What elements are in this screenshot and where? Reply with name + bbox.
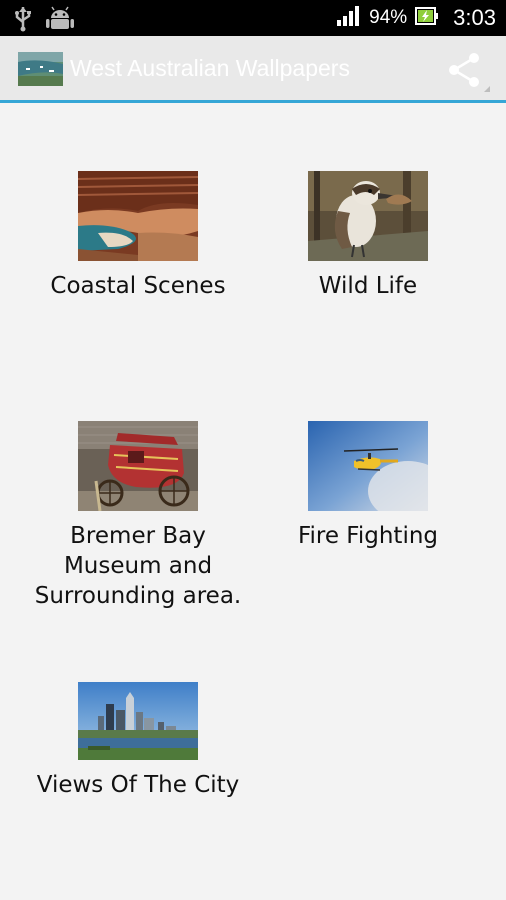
grid-item-label: Views Of The City (36, 772, 240, 798)
grid-item-views-of-the-city[interactable]: Views Of The City (18, 682, 258, 800)
clock: 3:03 (453, 5, 496, 30)
grid-item-label: Coastal Scenes (50, 273, 226, 299)
share-icon (440, 53, 496, 98)
grid-item-coastal-scenes[interactable]: Coastal Scenes (18, 171, 258, 301)
coastal-scenes-thumbnail (78, 171, 198, 261)
app-title: West Australian Wallpapers (70, 55, 350, 81)
fire-fighting-thumbnail (308, 421, 428, 511)
app-icon[interactable] (18, 52, 63, 86)
grid-item-label: Fire Fighting (297, 523, 439, 549)
grid-item-label: Wild Life (318, 273, 418, 299)
signal-icon (337, 5, 361, 32)
battery-charging-icon (415, 6, 439, 31)
action-bar-divider (0, 100, 506, 103)
grid-item-bremer-bay-museum[interactable]: Bremer Bay Museum and Surrounding area. (18, 421, 258, 611)
bremer-bay-museum-thumbnail (78, 421, 198, 511)
usb-icon (14, 6, 32, 37)
battery-percent: 94% (369, 7, 408, 28)
share-button[interactable] (440, 50, 496, 94)
views-of-the-city-thumbnail (78, 682, 198, 760)
grid-item-wild-life[interactable]: Wild Life (248, 171, 488, 301)
status-bar: 94% 3:03 (0, 0, 506, 36)
grid-item-fire-fighting[interactable]: Fire Fighting (248, 421, 488, 551)
grid-item-label: Bremer Bay Museum and Surrounding area. (34, 523, 242, 609)
android-debug-icon (46, 6, 74, 37)
wild-life-thumbnail (308, 171, 428, 261)
